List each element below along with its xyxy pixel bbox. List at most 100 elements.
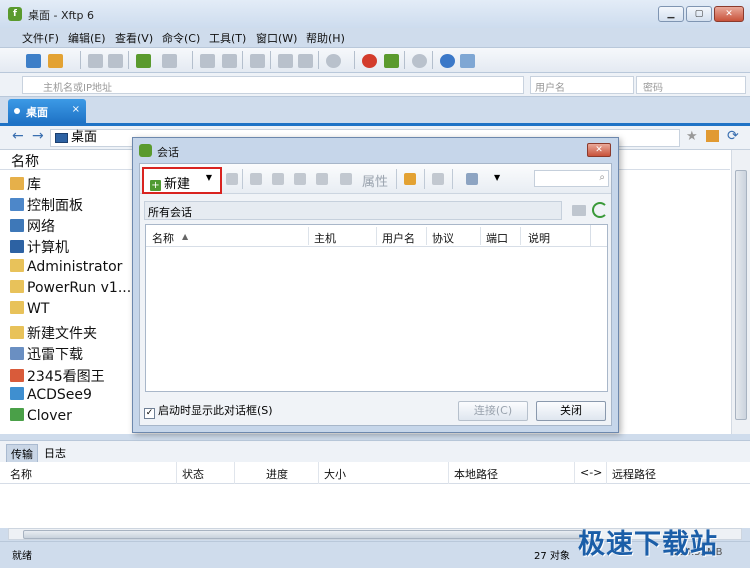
menu-tools[interactable]: 工具(T) bbox=[209, 30, 246, 46]
sync-icon[interactable] bbox=[250, 54, 265, 68]
session-dialog: 会话 ✕ + 新建 ▼ 属性 ▼ ⌕ 所有会话 名称 ▲ 主机 用户名 协议 端… bbox=[132, 137, 619, 433]
list-item[interactable]: 网络 bbox=[10, 216, 55, 236]
refresh-icon[interactable] bbox=[592, 202, 608, 218]
column-progress[interactable]: 进度 bbox=[266, 466, 288, 482]
paste-icon[interactable] bbox=[294, 173, 306, 185]
xftp-icon[interactable] bbox=[384, 54, 399, 68]
list-item[interactable]: PowerRun v1.... bbox=[10, 280, 136, 300]
paste-icon[interactable] bbox=[222, 54, 237, 68]
delete-icon[interactable] bbox=[316, 173, 328, 185]
list-item[interactable]: ACDSee9 bbox=[10, 387, 92, 407]
new-session-icon[interactable] bbox=[26, 54, 41, 68]
close-dialog-button[interactable]: 关闭 bbox=[536, 401, 606, 421]
username-input[interactable]: 用户名 bbox=[530, 76, 634, 94]
list-item[interactable]: 2345看图王 bbox=[10, 366, 105, 386]
globe-icon[interactable] bbox=[326, 54, 341, 68]
xshell-icon[interactable] bbox=[362, 54, 377, 68]
connect-icon[interactable] bbox=[88, 54, 103, 68]
column-protocol[interactable]: 协议 bbox=[432, 230, 454, 246]
refresh-icon[interactable] bbox=[298, 54, 313, 68]
menu-view[interactable]: 查看(V) bbox=[115, 30, 153, 46]
forward-arrow-icon[interactable]: → bbox=[32, 128, 44, 144]
disconnect-icon[interactable] bbox=[108, 54, 123, 68]
shortcut-icon bbox=[10, 369, 24, 382]
folder-icon bbox=[10, 326, 24, 339]
column-name[interactable]: 名称 bbox=[10, 466, 32, 482]
tab-log[interactable]: 日志 bbox=[40, 444, 70, 462]
transfer-icon[interactable] bbox=[162, 54, 177, 68]
password-input[interactable]: 密码 bbox=[636, 76, 746, 94]
chat-icon[interactable] bbox=[460, 54, 475, 68]
menu-edit[interactable]: 编辑(E) bbox=[68, 30, 106, 46]
properties-icon[interactable] bbox=[340, 173, 352, 185]
help-icon[interactable] bbox=[440, 54, 455, 68]
minimize-button[interactable]: ▁ bbox=[658, 6, 684, 22]
scrollbar-thumb[interactable] bbox=[23, 530, 583, 539]
copy-icon[interactable] bbox=[272, 173, 284, 185]
new-session-button[interactable]: + 新建 ▼ bbox=[142, 167, 222, 194]
column-local-path[interactable]: 本地路径 bbox=[454, 466, 498, 482]
xftp-app-icon bbox=[139, 144, 152, 157]
tab-transfer[interactable]: 传输 bbox=[6, 444, 38, 464]
folder-icon[interactable] bbox=[572, 205, 586, 216]
column-username[interactable]: 用户名 bbox=[382, 230, 415, 246]
list-item[interactable]: 控制面板 bbox=[10, 195, 83, 215]
home-icon[interactable] bbox=[706, 130, 719, 142]
dialog-close-button[interactable]: ✕ bbox=[587, 143, 611, 157]
search-icon[interactable] bbox=[226, 173, 238, 185]
list-item[interactable]: Administrator bbox=[10, 259, 122, 279]
list-item[interactable]: 新建文件夹 bbox=[10, 323, 97, 343]
list-item[interactable]: 迅雷下载 bbox=[10, 344, 83, 364]
refresh-nav-icon[interactable]: ⟳ bbox=[727, 128, 739, 144]
column-divider bbox=[308, 227, 309, 245]
import-icon[interactable] bbox=[432, 173, 444, 185]
copy-icon[interactable] bbox=[200, 54, 215, 68]
watermark-logo: 极速下载站 bbox=[578, 529, 718, 560]
properties-icon[interactable] bbox=[278, 54, 293, 68]
new-folder-icon[interactable] bbox=[404, 173, 416, 185]
column-name[interactable]: 名称 bbox=[152, 230, 174, 246]
startup-checkbox-row[interactable]: ✓ 启动时显示此对话框(S) bbox=[144, 402, 273, 419]
menu-window[interactable]: 窗口(W) bbox=[256, 30, 297, 46]
startup-checkbox[interactable]: ✓ bbox=[144, 408, 155, 419]
column-name[interactable]: 名称 bbox=[11, 151, 39, 171]
column-status[interactable]: 状态 bbox=[182, 466, 204, 482]
column-description[interactable]: 说明 bbox=[528, 230, 550, 246]
column-direction[interactable]: <-> bbox=[580, 466, 602, 479]
tab-desktop[interactable]: 桌面 × bbox=[8, 99, 86, 123]
connect-button[interactable]: 连接(C) bbox=[458, 401, 528, 421]
menu-file[interactable]: 文件(F) bbox=[22, 30, 59, 46]
back-arrow-icon[interactable]: ← bbox=[12, 128, 24, 144]
cut-icon[interactable] bbox=[250, 173, 262, 185]
list-item[interactable]: WT bbox=[10, 301, 49, 321]
column-divider bbox=[318, 462, 319, 484]
file-pane-scrollbar[interactable] bbox=[731, 150, 750, 434]
title-bar: f 桌面 - Xftp 6 ▁ ▢ ✕ bbox=[0, 0, 750, 28]
chevron-down-icon[interactable]: ▼ bbox=[494, 173, 500, 182]
properties-label[interactable]: 属性 bbox=[362, 171, 388, 190]
list-item[interactable]: Clover bbox=[10, 408, 72, 428]
toolbar-separator bbox=[318, 51, 319, 69]
column-size[interactable]: 大小 bbox=[324, 466, 346, 482]
close-window-button[interactable]: ✕ bbox=[714, 6, 744, 22]
menu-help[interactable]: 帮助(H) bbox=[306, 30, 345, 46]
bookmark-star-icon[interactable]: ★ bbox=[686, 129, 698, 144]
scrollbar-thumb[interactable] bbox=[735, 170, 747, 420]
new-window-icon[interactable] bbox=[136, 54, 151, 68]
menu-command[interactable]: 命令(C) bbox=[162, 30, 200, 46]
open-folder-icon[interactable] bbox=[48, 54, 63, 68]
view-icon[interactable] bbox=[466, 173, 478, 185]
column-port[interactable]: 端口 bbox=[486, 230, 508, 246]
list-item[interactable]: 计算机 bbox=[10, 237, 69, 257]
gear-icon[interactable] bbox=[412, 54, 427, 68]
column-host[interactable]: 主机 bbox=[314, 230, 336, 246]
toolbar-separator bbox=[432, 51, 433, 69]
chevron-down-icon[interactable]: ▼ bbox=[206, 173, 212, 182]
column-remote-path[interactable]: 远程路径 bbox=[612, 466, 656, 482]
tab-close-icon[interactable]: × bbox=[72, 104, 80, 115]
host-input[interactable]: 主机名或IP地址 bbox=[22, 76, 524, 94]
list-item[interactable]: 库 bbox=[10, 174, 41, 194]
session-list[interactable]: 名称 ▲ 主机 用户名 协议 端口 说明 bbox=[145, 224, 608, 392]
maximize-button[interactable]: ▢ bbox=[686, 6, 712, 22]
session-search-input[interactable]: ⌕ bbox=[534, 170, 609, 187]
